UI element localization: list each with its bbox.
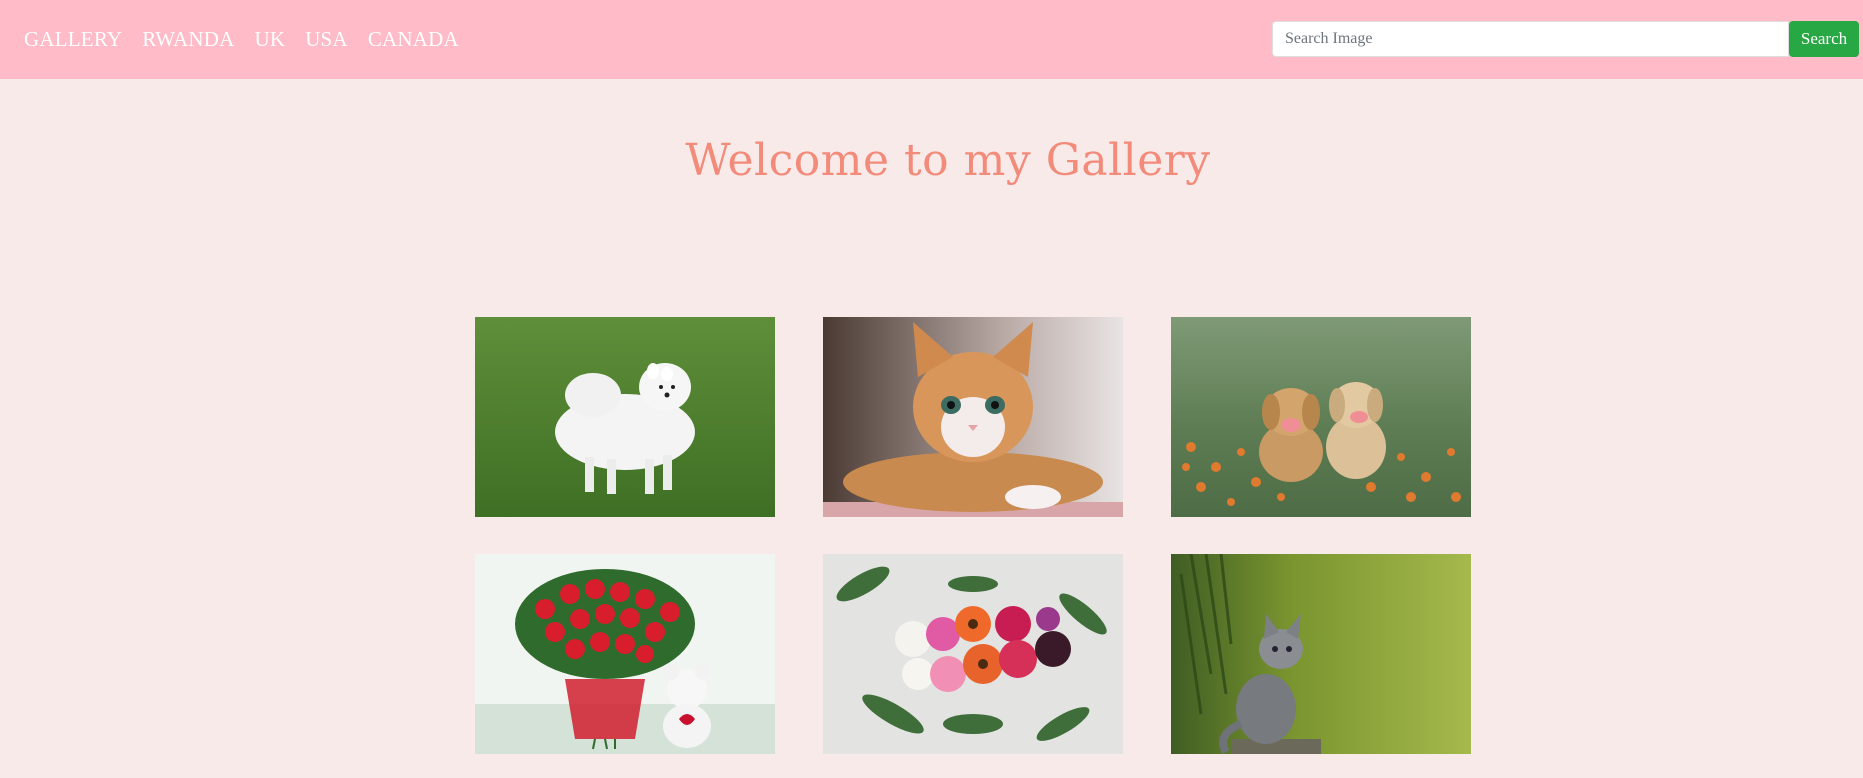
nav-link-gallery[interactable]: GALLERY [24,27,122,52]
navbar: GALLERY RWANDA UK USA CANADA Search [0,0,1863,79]
gallery-image-gray-cat[interactable] [1171,554,1471,754]
puppies-picture [1171,317,1471,517]
roses-picture [475,554,775,754]
search-button[interactable]: Search [1789,21,1859,57]
nav-link-canada[interactable]: CANADA [368,27,459,52]
kitten-picture [823,317,1123,517]
gallery-image-kitten[interactable] [823,317,1123,517]
gallery-image-flowers[interactable] [823,554,1123,754]
gallery-image-puppies[interactable] [1171,317,1471,517]
flowers-picture [823,554,1123,754]
nav-link-usa[interactable]: USA [305,27,348,52]
search-input[interactable] [1272,21,1789,57]
gallery-image-white-dog[interactable] [475,317,775,517]
nav-link-rwanda[interactable]: RWANDA [142,27,234,52]
white-dog-picture [475,317,775,517]
nav-link-uk[interactable]: UK [254,27,285,52]
page-title: Welcome to my Gallery [685,135,1211,186]
gray-cat-picture [1171,554,1471,754]
gallery-image-roses[interactable] [475,554,775,754]
nav-links: GALLERY RWANDA UK USA CANADA [24,0,479,79]
